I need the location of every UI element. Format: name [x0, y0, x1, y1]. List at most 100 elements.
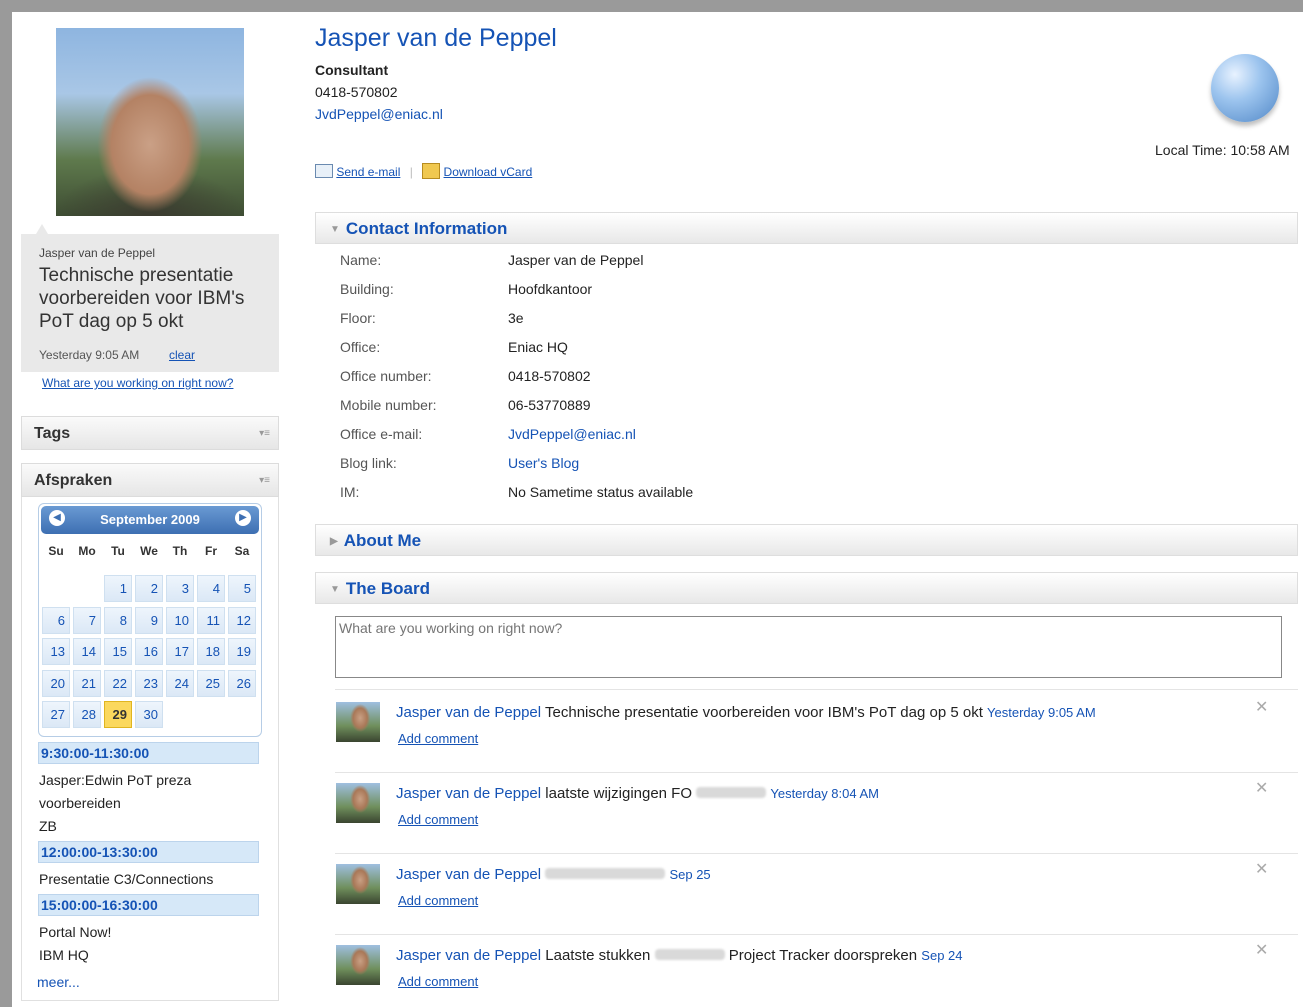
add-comment-link[interactable]: Add comment	[398, 812, 478, 827]
calendar-day[interactable]: 27	[42, 701, 70, 728]
contact-label: IM:	[340, 484, 360, 500]
calendar-day[interactable]: 12	[228, 606, 256, 634]
status-clear-link[interactable]: clear	[169, 348, 195, 362]
weekday-label: Th	[172, 544, 188, 558]
post-date: Sep 25	[669, 867, 711, 882]
calendar-day[interactable]: 16	[135, 638, 163, 665]
calendar-day[interactable]: 23	[135, 669, 163, 697]
contact-label: Office number:	[340, 368, 432, 384]
appointment-text: IBM HQ	[39, 947, 89, 963]
calendar-day[interactable]: 13	[42, 638, 70, 665]
collapse-triangle-icon: ▼	[330, 584, 340, 595]
calendar-day[interactable]: 18	[197, 638, 225, 665]
status-message: Technische presentatie voorbereiden voor…	[39, 265, 245, 332]
post-author-link[interactable]: Jasper van de Peppel	[396, 866, 541, 883]
appointment-time[interactable]: 9:30:00-11:30:00	[38, 742, 259, 764]
contact-label: Mobile number:	[340, 397, 437, 413]
calendar-day[interactable]: 6	[42, 606, 70, 634]
contact-label: Floor:	[340, 310, 376, 326]
contact-label: Building:	[340, 281, 394, 297]
calendar-day[interactable]: 5	[228, 575, 256, 602]
calendar-day[interactable]: 2	[135, 575, 163, 602]
close-icon[interactable]: ✕	[1255, 859, 1268, 879]
post-author-link[interactable]: Jasper van de Peppel	[396, 947, 541, 964]
contact-section-title: Contact Information	[345, 219, 508, 238]
expand-triangle-icon: ▶	[330, 536, 338, 547]
post-text: Jasper van de Peppel Technische presenta…	[396, 704, 1096, 721]
more-appointments-link[interactable]: meer...	[37, 974, 80, 990]
add-comment-link[interactable]: Add comment	[398, 893, 478, 908]
calendar-day[interactable]: 9	[135, 606, 163, 634]
close-icon[interactable]: ✕	[1255, 778, 1268, 798]
profile-title: Consultant	[315, 62, 389, 78]
profile-actions: Send e-mail | Download vCard	[315, 163, 532, 179]
close-icon[interactable]: ✕	[1255, 940, 1268, 960]
weekday-label: Sa	[234, 544, 250, 558]
contact-value: 0418-570802	[508, 368, 591, 384]
calendar-day[interactable]: 25	[197, 669, 225, 697]
post-separator	[335, 689, 1298, 690]
contact-value: 3e	[508, 310, 524, 326]
post-message: laatste wijzigingen FO	[545, 785, 693, 802]
add-comment-link[interactable]: Add comment	[398, 974, 478, 989]
about-section-header[interactable]: ▶ About Me	[315, 524, 1298, 556]
panel-menu-icon[interactable]: ▾≡	[259, 464, 270, 498]
download-vcard-link[interactable]: Download vCard	[444, 165, 533, 179]
calendar-day[interactable]: 26	[228, 669, 256, 697]
calendar-day[interactable]: 22	[104, 669, 132, 697]
status-prompt-link[interactable]: What are you working on right now?	[42, 376, 233, 390]
calendar-day[interactable]: 1	[104, 575, 132, 602]
calendar-day[interactable]: 28	[73, 701, 101, 728]
calendar-day[interactable]: 10	[166, 606, 194, 634]
calendar-day[interactable]: 20	[42, 669, 70, 697]
calendar-day[interactable]: 17	[166, 638, 194, 665]
globe-icon	[1211, 54, 1279, 122]
post-author-link[interactable]: Jasper van de Peppel	[396, 785, 541, 802]
send-email-link[interactable]: Send e-mail	[336, 165, 400, 179]
avatar	[336, 783, 380, 823]
contact-value: Eniac HQ	[508, 339, 568, 355]
calendar-day[interactable]: 14	[73, 638, 101, 665]
post-separator	[335, 934, 1298, 935]
prev-month-icon[interactable]: ◀	[49, 510, 65, 526]
afspraken-panel-header[interactable]: Afspraken ▾≡	[21, 463, 279, 497]
add-comment-link[interactable]: Add comment	[398, 731, 478, 746]
profile-page: Jasper van de Peppel Technische presenta…	[12, 12, 1303, 1007]
calendar-day[interactable]: 3	[166, 575, 194, 602]
calendar-day[interactable]: 11	[197, 606, 225, 634]
contact-link[interactable]: JvdPeppel@eniac.nl	[508, 426, 636, 442]
contact-value: Hoofdkantoor	[508, 281, 593, 297]
profile-email-link[interactable]: JvdPeppel@eniac.nl	[315, 106, 443, 122]
contact-link[interactable]: User's Blog	[508, 455, 579, 471]
contact-label: Name:	[340, 252, 382, 268]
calendar-day[interactable]: 19	[228, 638, 256, 665]
profile-photo	[56, 28, 244, 216]
post-message: Project Tracker doorspreken	[728, 947, 918, 964]
calendar-day[interactable]: 7	[73, 606, 101, 634]
post-date: Yesterday 9:05 AM	[987, 705, 1096, 720]
appointment-text: voorbereiden	[39, 795, 121, 811]
close-icon[interactable]: ✕	[1255, 697, 1268, 717]
board-input[interactable]	[335, 616, 1282, 678]
contact-label: Office:	[340, 339, 381, 355]
contact-section-header[interactable]: ▼ Contact Information	[315, 212, 1298, 244]
calendar-day[interactable]: 24	[166, 669, 194, 697]
calendar-header: September 2009	[41, 506, 259, 534]
next-month-icon[interactable]: ▶	[235, 510, 251, 526]
calendar-today[interactable]: 29	[104, 701, 132, 728]
calendar-day[interactable]: 21	[73, 669, 101, 697]
appointment-time[interactable]: 15:00:00-16:30:00	[38, 894, 259, 916]
weekday-label: Mo	[78, 544, 96, 558]
tags-panel-header[interactable]: Tags ▾≡	[21, 416, 279, 450]
calendar-day[interactable]: 30	[135, 701, 163, 728]
calendar-day[interactable]: 15	[104, 638, 132, 665]
post-author-link[interactable]: Jasper van de Peppel	[396, 704, 541, 721]
calendar-day[interactable]: 8	[104, 606, 132, 634]
avatar	[336, 864, 380, 904]
board-section-header[interactable]: ▼ The Board	[315, 572, 1298, 604]
calendar-day[interactable]: 4	[197, 575, 225, 602]
collapse-triangle-icon: ▼	[330, 224, 340, 235]
appointment-time[interactable]: 12:00:00-13:30:00	[38, 841, 259, 863]
contact-label: Office e-mail:	[340, 426, 423, 442]
panel-menu-icon[interactable]: ▾≡	[259, 417, 270, 451]
